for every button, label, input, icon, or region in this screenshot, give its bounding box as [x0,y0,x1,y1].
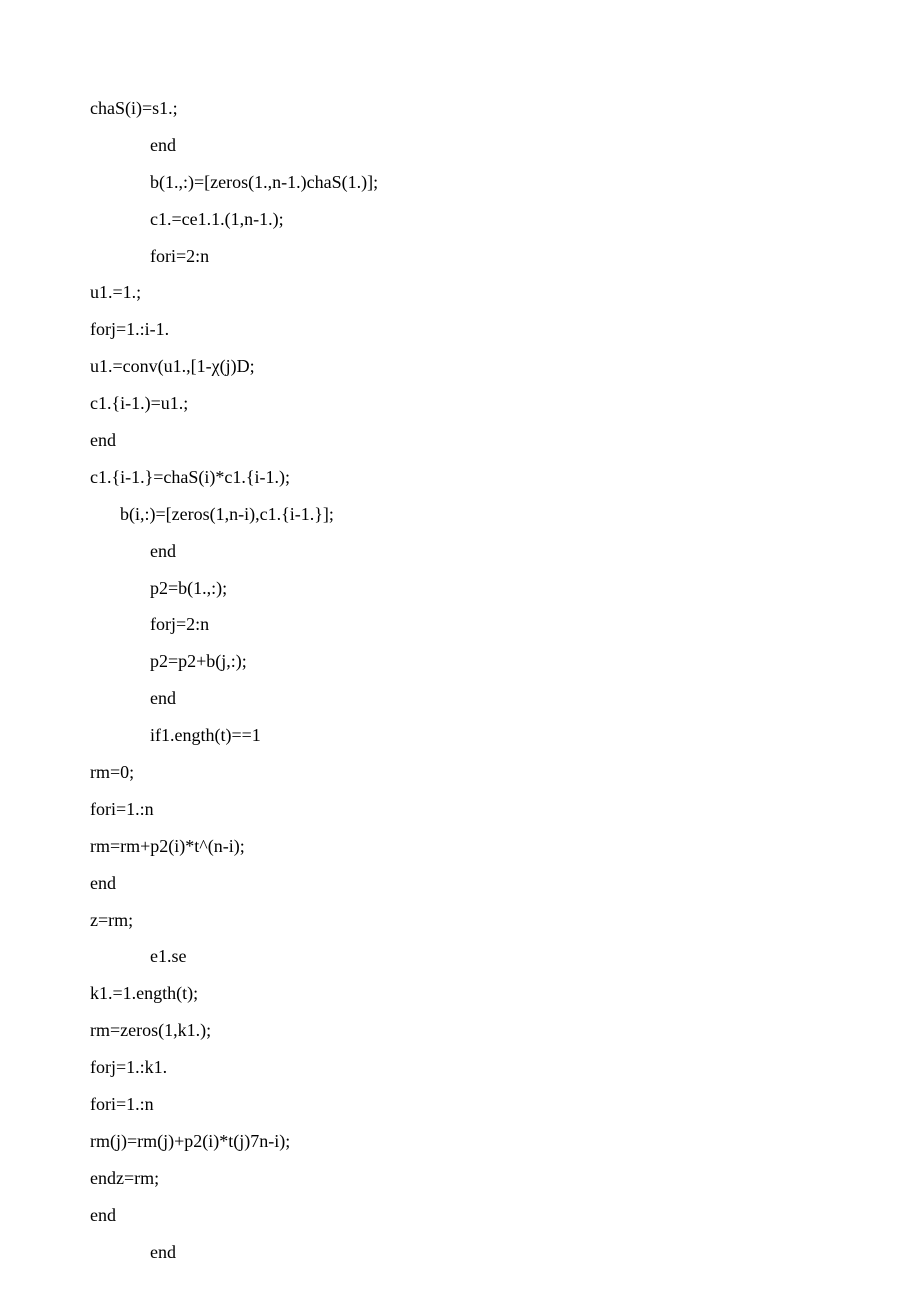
code-line: rm=rm+p2(i)*t^(n-i); [90,828,830,865]
code-line: e1.se [90,938,830,975]
code-line: fori=1.:n [90,1086,830,1123]
code-line: k1.=1.ength(t); [90,975,830,1012]
code-line: forj=1.:k1. [90,1049,830,1086]
code-line: end [90,422,830,459]
code-line: end [90,127,830,164]
code-line: end [90,865,830,902]
code-line: u1.=conv(u1.,[1-χ(j)D; [90,348,830,385]
code-line: p2=b(1.,:); [90,570,830,607]
code-line: u1.=1.; [90,274,830,311]
code-line: end [90,533,830,570]
code-line: end [90,1234,830,1271]
code-line: endz=rm; [90,1160,830,1197]
code-line: c1.=ce1.1.(1,n-1.); [90,201,830,238]
code-block: chaS(i)=s1.;endb(1.,:)=[zeros(1.,n-1.)ch… [90,90,830,1271]
code-line: chaS(i)=s1.; [90,90,830,127]
code-line: end [90,1197,830,1234]
code-line: b(i,:)=[zeros(1,n-i),c1.{i-1.}]; [90,496,830,533]
code-line: forj=1.:i-1. [90,311,830,348]
code-line: end [90,680,830,717]
code-line: if1.ength(t)==1 [90,717,830,754]
code-line: b(1.,:)=[zeros(1.,n-1.)chaS(1.)]; [90,164,830,201]
code-line: p2=p2+b(j,:); [90,643,830,680]
code-line: fori=2:n [90,238,830,275]
code-line: rm=zeros(1,k1.); [90,1012,830,1049]
code-line: rm(j)=rm(j)+p2(i)*t(j)7n-i); [90,1123,830,1160]
code-line: fori=1.:n [90,791,830,828]
code-line: c1.{i-1.}=chaS(i)*c1.{i-1.); [90,459,830,496]
code-line: c1.{i-1.)=u1.; [90,385,830,422]
code-line: z=rm; [90,902,830,939]
document-page: chaS(i)=s1.;endb(1.,:)=[zeros(1.,n-1.)ch… [0,0,920,1271]
code-line: rm=0; [90,754,830,791]
code-line: forj=2:n [90,606,830,643]
